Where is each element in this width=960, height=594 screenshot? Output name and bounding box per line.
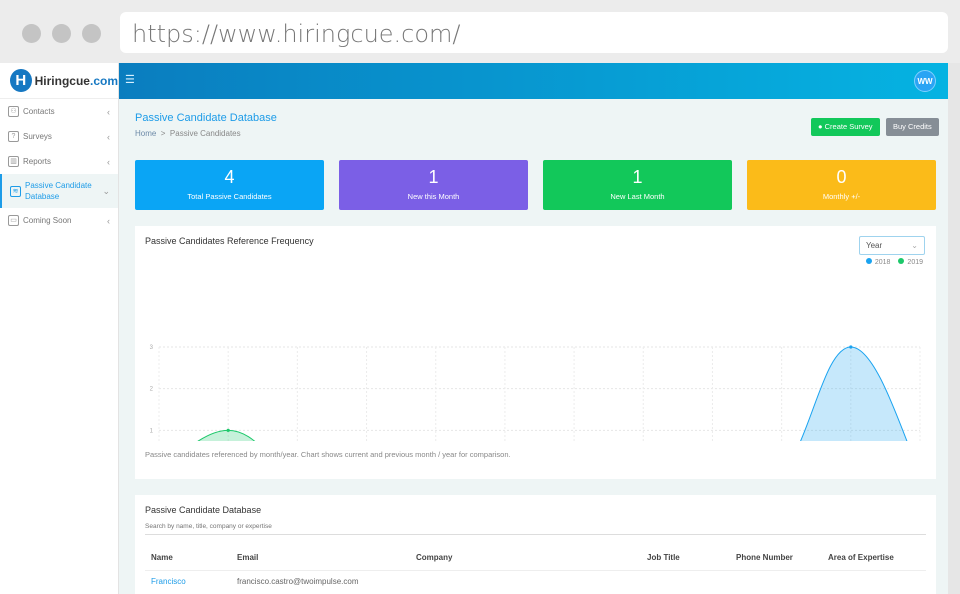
browser-toolbar: https://www.hiringcue.com/ xyxy=(0,0,960,63)
column-header[interactable]: Company xyxy=(410,545,641,570)
sidebar-item-reports[interactable]: ▥ Reports ‹ xyxy=(0,149,118,174)
window-minimize-dot[interactable] xyxy=(52,24,71,43)
stat-card: 0 Monthly +/- xyxy=(747,160,936,210)
sidebar-item-label: Surveys xyxy=(23,132,52,141)
create-survey-label: Create Survey xyxy=(824,122,873,131)
stat-card: 1 New Last Month xyxy=(543,160,732,210)
chevron-left-icon: ‹ xyxy=(107,156,110,167)
column-header[interactable]: Area of Expertise xyxy=(822,545,926,570)
table-cell xyxy=(822,569,926,592)
stat-card: 1 New this Month xyxy=(339,160,528,210)
series-line-2018 xyxy=(800,346,908,441)
question-icon: ? xyxy=(8,131,19,142)
bar-chart-icon: ▥ xyxy=(8,156,19,167)
data-point-2019[interactable] xyxy=(226,428,230,432)
data-point-2018[interactable] xyxy=(849,345,853,349)
column-header[interactable]: Phone Number xyxy=(730,545,822,570)
stat-value: 1 xyxy=(428,167,439,187)
sidebar: H Hiringcue.com ⚇ Contacts ‹? Surveys ‹ ▥ Repo… xyxy=(0,63,119,594)
table-row[interactable]: Francisco francisco.castro@twoimpulse.com xyxy=(145,569,926,592)
sidebar-item-label: Coming Soon xyxy=(23,216,72,225)
y-tick-label: 3 xyxy=(150,345,154,351)
chevron-left-icon: ‹ xyxy=(107,106,110,117)
chart-note: Passive candidates referenced by month/y… xyxy=(145,450,511,459)
candidate-table: Name Email Company Job Title Phone Number Are… xyxy=(145,545,926,592)
chart-card: Passive Candidates Reference Frequency Y… xyxy=(135,226,936,479)
stat-value: 1 xyxy=(632,167,643,187)
table-cell xyxy=(730,569,822,592)
menu-icon[interactable]: ☰ xyxy=(125,73,135,86)
sidebar-item-contacts[interactable]: ⚇ Contacts ‹ xyxy=(0,99,118,124)
database-title: Passive Candidate Database xyxy=(145,505,262,515)
line-chart: 0123JanFebMarAprMayJunJulAugSepOctNovDe xyxy=(150,345,921,441)
sidebar-item-label: Reports xyxy=(23,157,52,166)
logo-suffix: .com xyxy=(89,73,118,88)
table-header: Name Email Company Job Title Phone Number Are… xyxy=(145,545,926,570)
y-tick-label: 2 xyxy=(150,387,154,393)
sidebar-item-coming-soon[interactable]: ▭ Coming Soon ‹ xyxy=(0,208,118,233)
window-maximize-dot[interactable] xyxy=(82,24,101,43)
table-cell[interactable]: Francisco xyxy=(145,569,231,592)
y-tick-label: 1 xyxy=(150,428,154,434)
breadcrumb-home[interactable]: Home xyxy=(135,129,156,138)
buy-credits-button[interactable]: Buy Credits xyxy=(886,118,939,136)
stat-value: 0 xyxy=(836,167,847,187)
chevron-left-icon: ‹ xyxy=(107,131,110,142)
logo-mark: H xyxy=(10,69,32,92)
logo-name: Hiringcue xyxy=(34,73,90,88)
stat-label: New Last Month xyxy=(610,192,665,201)
breadcrumb: Home > Passive Candidates xyxy=(135,129,241,138)
app: H Hiringcue.com ⚇ Contacts ‹? Surveys ‹ ▥ Repo… xyxy=(0,63,948,594)
stat-card: 4 Total Passive Candidates xyxy=(135,160,324,210)
database-card: Passive Candidate Database NameEmailComp… xyxy=(135,495,936,594)
table-cell: francisco.castro@twoimpulse.com xyxy=(231,569,410,592)
table-cell xyxy=(641,569,730,592)
logo[interactable]: H Hiringcue.com xyxy=(0,63,118,99)
address-bar[interactable]: https://www.hiringcue.com/ xyxy=(120,12,948,53)
folder-icon: ▭ xyxy=(8,215,19,226)
column-header[interactable]: Job Title xyxy=(641,545,730,570)
top-bar: ☰ WW xyxy=(119,63,948,99)
stat-value: 4 xyxy=(224,167,235,187)
table-cell xyxy=(410,569,641,592)
stat-label: New this Month xyxy=(407,192,460,201)
window-close-dot[interactable] xyxy=(22,24,41,43)
contacts-icon: ⚇ xyxy=(8,106,19,117)
search-input[interactable] xyxy=(145,519,926,535)
page-title: Passive Candidate Database xyxy=(135,112,277,124)
stat-label: Monthly +/- xyxy=(822,192,861,201)
layers-icon: ≋ xyxy=(10,185,21,197)
sidebar-item-label: Contacts xyxy=(23,107,55,116)
sidebar-item-surveys[interactable]: ? Surveys ‹ xyxy=(0,124,118,149)
avatar[interactable]: WW xyxy=(914,70,936,92)
column-header[interactable]: Name xyxy=(145,545,231,570)
stat-label: Total Passive Candidates xyxy=(187,192,272,201)
chevron-left-icon: ‹ xyxy=(107,215,110,226)
chevron-down-icon: ⌄ xyxy=(102,185,110,196)
create-survey-button[interactable]: ● Create Survey xyxy=(811,118,880,136)
column-header[interactable]: Email xyxy=(231,545,410,570)
sidebar-item-passive-candidate-database[interactable]: ≋ Passive Candidate Database ⌄ xyxy=(0,174,118,208)
sidebar-item-label: Passive Candidate Database xyxy=(25,181,92,201)
breadcrumb-current: Passive Candidates xyxy=(169,129,241,138)
plus-circle-icon: ● xyxy=(818,122,823,131)
